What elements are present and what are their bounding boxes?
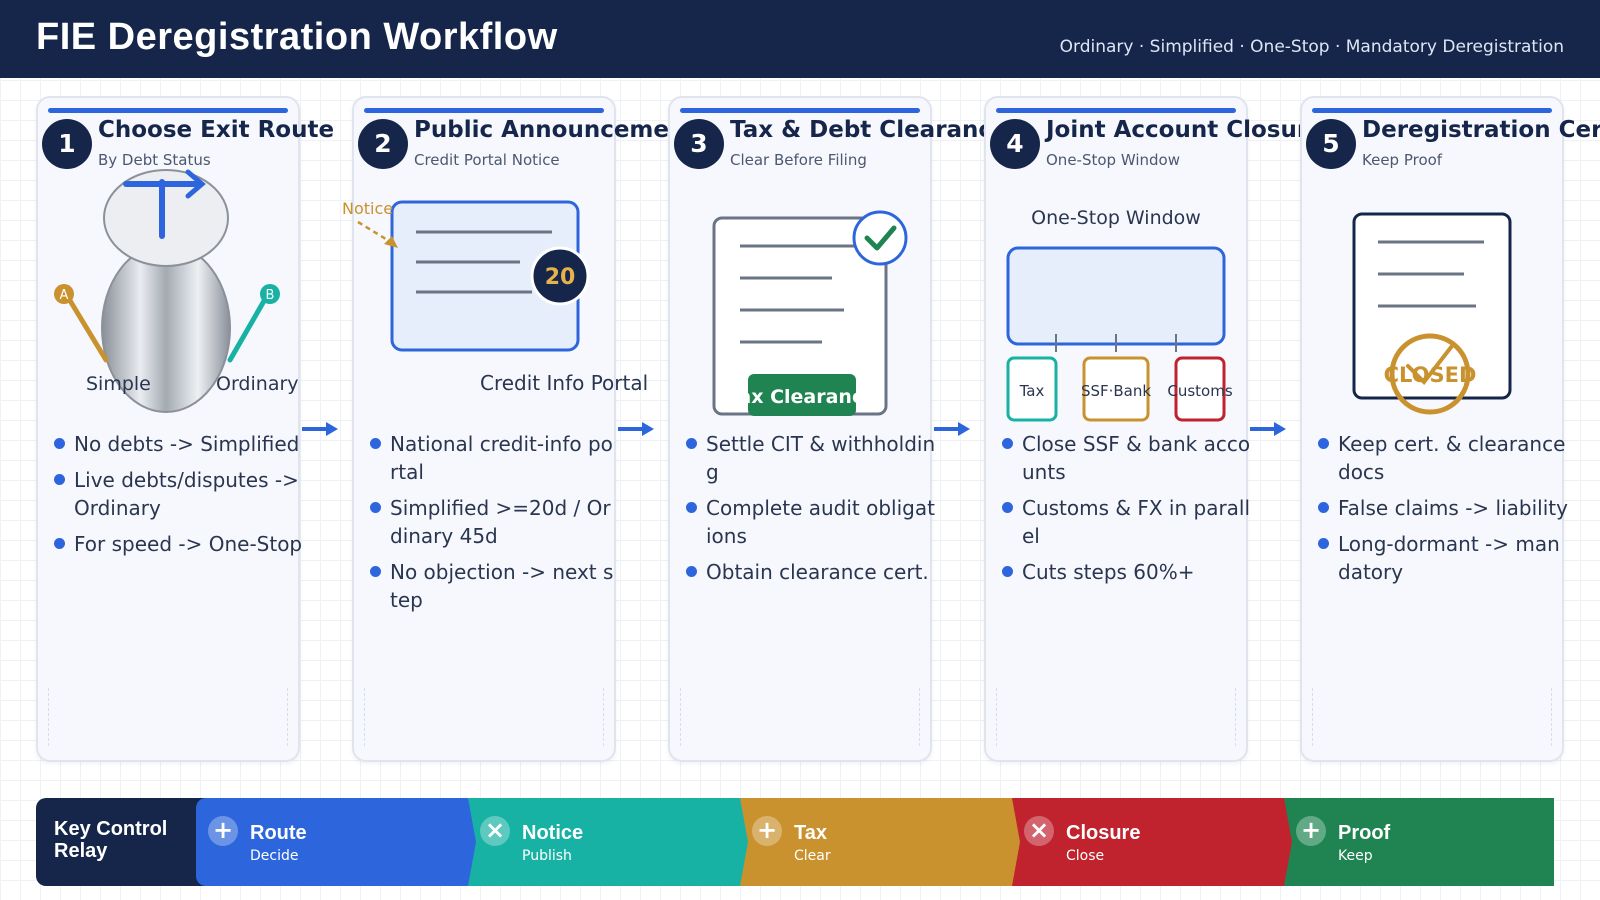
- close-icon: ×: [480, 816, 510, 846]
- step-card-1: 1 Choose Exit Route By Debt Status A B S…: [36, 96, 334, 762]
- bullet-item: Complete audit obligations: [684, 494, 936, 550]
- bullet-item: No debts -> Simplified: [52, 430, 304, 458]
- relay-chevron: [732, 798, 748, 886]
- page-title: FIE Deregistration Workflow: [36, 16, 558, 58]
- route-simple-label: Simple: [86, 373, 151, 395]
- step-card-4: 4 Joint Account Closure One-Stop Window …: [984, 96, 1324, 762]
- notice-days-value: 20: [545, 265, 576, 290]
- one-stop-window-label: One-Stop Window: [1031, 207, 1201, 229]
- card-dashed-frame: [680, 688, 920, 746]
- relay-segment-label: Route: [250, 822, 307, 844]
- plus-icon: +: [1296, 816, 1326, 846]
- relay-segment-tax: + Tax Clear: [732, 798, 1012, 886]
- relay-chevron: [460, 798, 476, 886]
- step-bullets: Settle CIT & withholding Complete audit …: [684, 430, 936, 594]
- plus-icon: +: [752, 816, 782, 846]
- flow-arrow-icon: [302, 422, 338, 436]
- credit-portal-caption: Credit Info Portal: [480, 371, 648, 395]
- bullet-item: Obtain clearance cert.: [684, 558, 936, 586]
- customs-counter-label: Customs: [1167, 382, 1232, 400]
- bullet-item: Customs & FX in parallel: [1000, 494, 1252, 550]
- one-stop-window-panel: [1006, 246, 1226, 346]
- flow-arrow-icon: [1250, 422, 1286, 436]
- relay-segment-sub: Clear: [794, 848, 831, 864]
- bullet-item: Simplified >=20d / Ordinary 45d: [368, 494, 620, 550]
- route-b-branch: [227, 291, 271, 363]
- relay-segment-label: Proof: [1338, 822, 1391, 844]
- closed-stamp-text: CLOSED: [1384, 363, 1477, 387]
- relay-segment-label: Closure: [1066, 822, 1141, 844]
- step-card-5: 5 Deregistration Cert. Keep Proof CLOSED…: [1300, 96, 1600, 762]
- step-bullets: No debts -> Simplified Live debts/disput…: [52, 430, 304, 566]
- relay-segment-route: + Route Decide: [196, 798, 468, 886]
- header: FIE Deregistration Workflow Ordinary · S…: [0, 0, 1600, 78]
- relay-chevron: [1004, 798, 1020, 886]
- step-bullets: Close SSF & bank accounts Customs & FX i…: [1000, 430, 1252, 594]
- bullet-item: Close SSF & bank accounts: [1000, 430, 1252, 486]
- relay-segment-sub: Decide: [250, 848, 299, 864]
- bullet-item: False claims -> liability: [1316, 494, 1568, 522]
- page-subtitle: Ordinary · Simplified · One-Stop · Manda…: [1059, 37, 1564, 57]
- relay-chevron: [1276, 798, 1292, 886]
- key-control-relay: Key Control Relay + Route Decide × Notic…: [36, 798, 1554, 886]
- check-circle-icon: [852, 210, 908, 266]
- step-card-2: 2 Public Announcement Credit Portal Noti…: [342, 96, 696, 762]
- bullet-item: Live debts/disputes -> Ordinary: [52, 466, 304, 522]
- bullet-item: Settle CIT & withholding: [684, 430, 936, 486]
- tax-clearance-stamp-text: Tax Clearance: [728, 386, 876, 408]
- relay-segment-notice: × Notice Publish: [460, 798, 740, 886]
- bullet-item: Cuts steps 60%+: [1000, 558, 1252, 586]
- relay-segment-sub: Keep: [1338, 848, 1373, 864]
- flow-arrow-icon: [934, 422, 970, 436]
- card-dashed-frame: [364, 688, 604, 746]
- deregistration-certificate-illustration: CLOSED: [1352, 212, 1512, 415]
- relay-title-line2: Relay: [54, 840, 108, 862]
- step-card-3: 3 Tax & Debt Clearance Clear Before Fili…: [668, 96, 1008, 762]
- bullet-item: Keep cert. & clearance docs: [1316, 430, 1568, 486]
- route-a-branch: [63, 291, 109, 363]
- relay-segment-closure: × Closure Close: [1004, 798, 1284, 886]
- exit-route-fork-illustration: A B Simple Ordinary: [54, 169, 299, 413]
- tax-counter-label: Tax: [1019, 382, 1045, 400]
- card-dashed-frame: [996, 688, 1236, 746]
- relay-title-line1: Key Control: [54, 818, 168, 840]
- bullet-item: National credit-info portal: [368, 430, 620, 486]
- route-ordinary-label: Ordinary: [216, 373, 299, 395]
- step-bullets: National credit-info portal Simplified >…: [368, 430, 620, 622]
- ssf-bank-counter-label: SSF·Bank: [1081, 382, 1151, 400]
- relay-segment-sub: Publish: [522, 848, 572, 864]
- close-icon: ×: [1024, 816, 1054, 846]
- card-dashed-frame: [1312, 688, 1552, 746]
- announcement-board-illustration: 20 Notice Credit Info Portal: [342, 199, 648, 395]
- relay-segment-label: Notice: [522, 822, 584, 844]
- relay-segment-label: Tax: [794, 822, 827, 844]
- one-stop-window-illustration: One-Stop Window Tax SSF·Bank Customs: [1006, 207, 1233, 422]
- relay-segment-proof: + Proof Keep: [1276, 798, 1554, 886]
- card-dashed-frame: [48, 688, 288, 746]
- relay-segment-sub: Close: [1066, 848, 1105, 864]
- bullet-item: Long-dormant -> mandatory: [1316, 530, 1568, 586]
- route-a-label: A: [60, 288, 69, 303]
- route-b-label: B: [266, 288, 275, 303]
- notice-label: Notice: [342, 199, 393, 218]
- bullet-item: No objection -> next step: [368, 558, 620, 614]
- tax-clearance-document-illustration: Tax Clearance: [712, 210, 908, 416]
- bullet-item: For speed -> One-Stop: [52, 530, 304, 558]
- relay-title: Key Control Relay: [36, 798, 206, 886]
- plus-icon: +: [208, 816, 238, 846]
- flow-arrow-icon: [618, 422, 654, 436]
- step-bullets: Keep cert. & clearance docs False claims…: [1316, 430, 1568, 594]
